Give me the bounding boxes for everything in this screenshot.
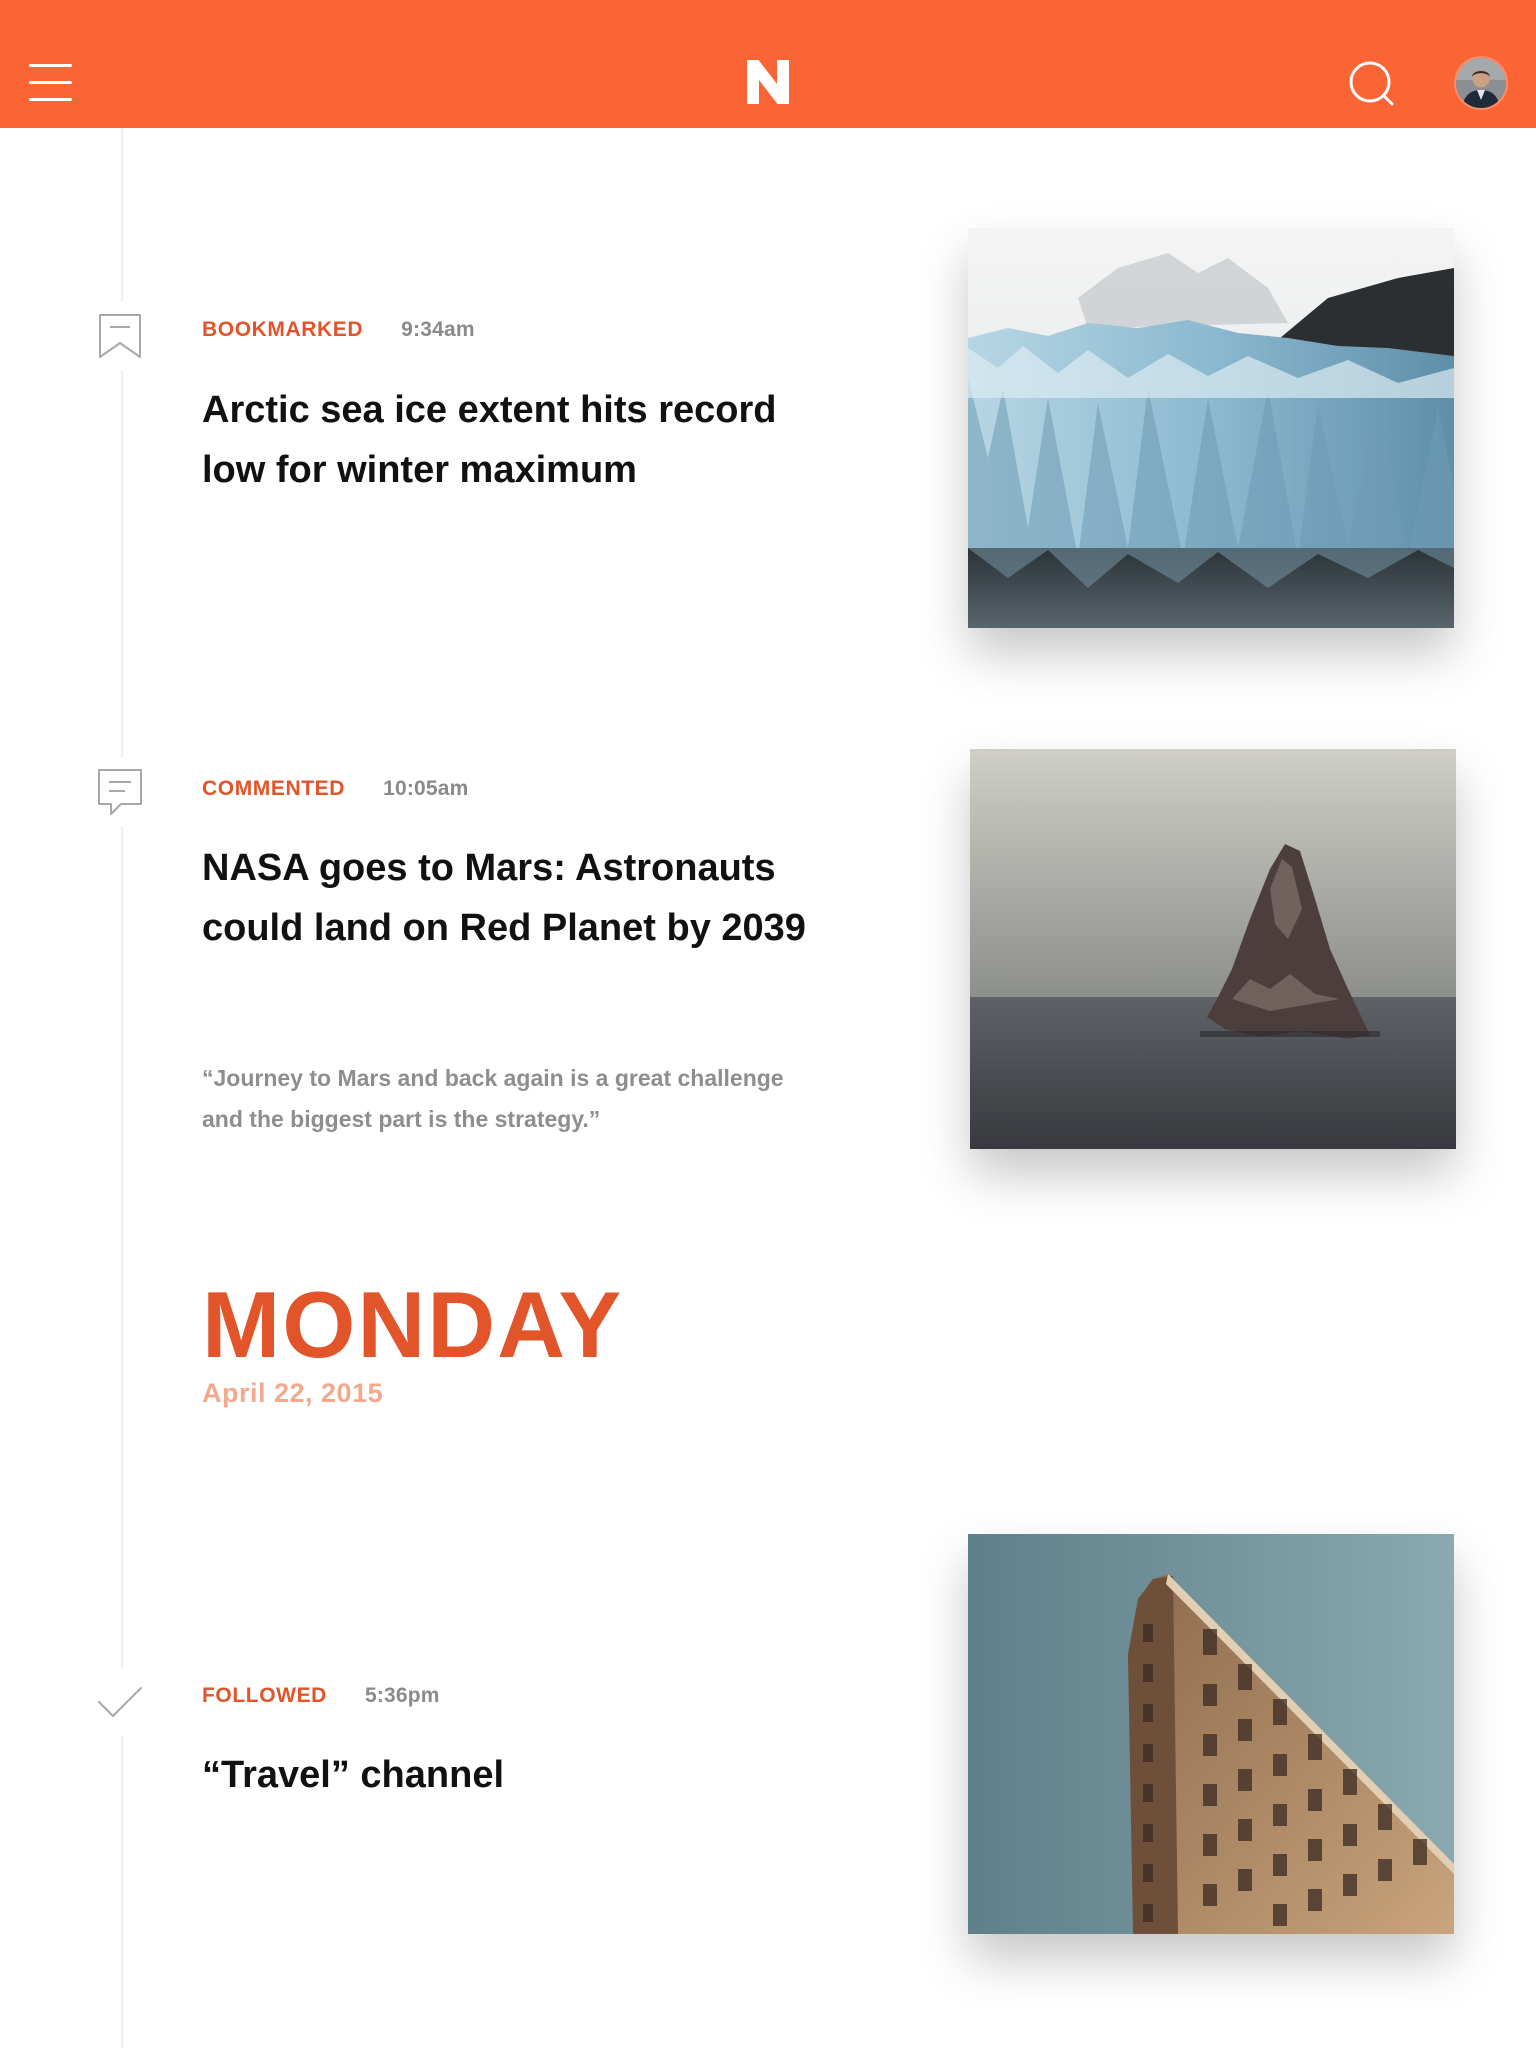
hamburger-menu-icon[interactable] [29,64,72,102]
feed-item-meta: BOOKMARKED 9:34am [202,318,475,342]
building-photo[interactable] [968,1534,1454,1934]
checkmark-icon[interactable] [92,1668,148,1736]
article-headline[interactable]: Arctic sea ice extent hits record low fo… [202,380,822,500]
user-avatar[interactable] [1456,58,1506,108]
comment-icon[interactable] [92,758,148,826]
day-date: April 22, 2015 [202,1378,384,1408]
top-app-bar [0,0,1536,128]
timestamp: 10:05am [383,777,469,800]
comment-quote: “Journey to Mars and back again is a gre… [202,1065,784,1132]
search-icon[interactable] [1346,58,1398,110]
action-label: COMMENTED [202,777,346,800]
timestamp: 5:36pm [364,1684,440,1707]
action-label: BOOKMARKED [202,318,364,341]
article-headline[interactable]: NASA goes to Mars: Astronauts could land… [202,838,822,958]
channel-title[interactable]: “Travel” channel [202,1745,822,1805]
glacier-photo[interactable] [968,228,1454,628]
sea-rock-photo[interactable] [970,749,1456,1149]
app-logo[interactable] [742,55,794,107]
day-heading: MONDAY [202,1272,624,1377]
feed-item-meta: COMMENTED 10:05am [202,777,469,801]
bookmark-icon[interactable] [92,302,148,370]
timestamp: 9:34am [401,318,475,341]
timeline-line [121,128,123,2048]
feed-item-meta: FOLLOWED 5:36pm [202,1684,440,1708]
action-label: FOLLOWED [202,1684,327,1707]
